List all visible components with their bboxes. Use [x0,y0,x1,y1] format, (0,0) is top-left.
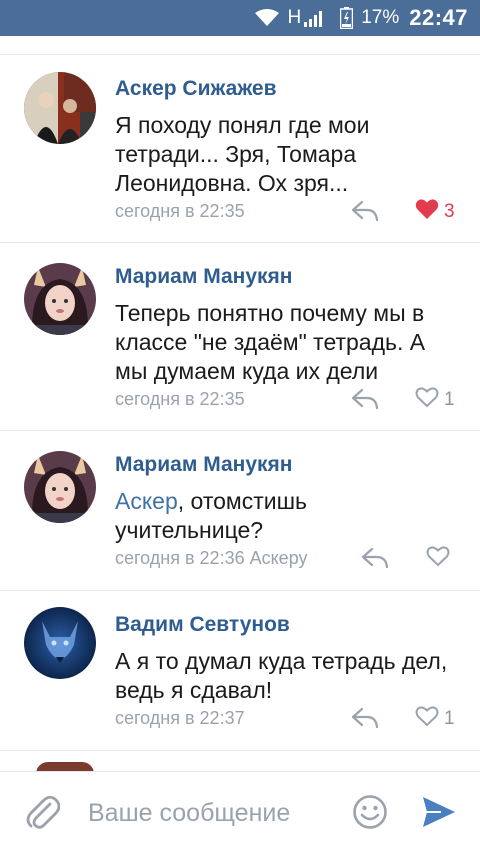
reply-icon[interactable] [351,388,379,410]
signal-icon [304,9,326,27]
like-count: 1 [444,388,455,410]
network-type: H [287,7,302,28]
comment-time: сегодня в 22:35 [115,201,245,221]
author-name[interactable]: Аскер Сижажев [115,77,277,101]
message-input[interactable] [86,792,340,834]
comment-text: Теперь понятно почему мы в классе "не зд… [115,300,426,384]
battery-icon [340,7,354,29]
previous-item-edge [0,36,480,55]
comment-item: Мариам Манукян Аскер, отомстишь учительн… [0,431,480,591]
status-bar: H 17% 22:47 [0,0,480,36]
comment-time: сегодня в 22:35 [115,389,245,409]
like-count: 1 [444,707,455,729]
avatar[interactable] [24,263,96,335]
send-icon[interactable] [421,795,457,829]
comments-list: Аскер Сижажев Я походу понял где мои тет… [0,55,480,751]
like-button[interactable] [426,545,450,572]
comment-text: Аскер, отомстишь учительнице? [115,487,460,545]
comment-text: Я походу понял где мои тетради... Зря, Т… [115,112,370,196]
mention-link[interactable]: Аскер [115,488,178,514]
avatar[interactable] [24,451,96,523]
paperclip-icon[interactable] [26,794,61,832]
comment-text: А я то думал куда тетрадь дел, ведь я сд… [115,648,448,703]
heart-outline-icon [426,545,450,572]
wifi-icon [255,9,280,27]
clock: 22:47 [409,5,468,30]
comment-item: Вадим Севтунов А я то думал куда тетрадь… [0,591,480,751]
author-name[interactable]: Мариам Манукян [115,453,292,477]
heart-outline-icon [415,386,439,413]
comment-item: Аскер Сижажев Я походу понял где мои тет… [0,55,480,243]
comment-time: сегодня в 22:37 [115,708,245,728]
author-name[interactable]: Мариам Манукян [115,265,292,289]
author-name[interactable]: Вадим Севтунов [115,613,290,637]
like-count: 3 [444,200,455,222]
heart-filled-icon [415,198,439,225]
like-button[interactable]: 3 [415,198,455,225]
comment-time: сегодня в 22:36 Аскеру [115,548,308,568]
battery-level: 17% [361,7,400,28]
message-composer [0,771,480,855]
emoji-icon[interactable] [352,794,388,830]
like-button[interactable]: 1 [415,705,455,732]
avatar[interactable] [24,72,96,144]
avatar[interactable] [24,607,96,679]
heart-outline-icon [415,705,439,732]
like-button[interactable]: 1 [415,386,455,413]
reply-icon[interactable] [361,547,389,569]
reply-icon[interactable] [351,200,379,222]
comment-item: Мариам Манукян Теперь понятно почему мы … [0,243,480,431]
reply-icon[interactable] [351,707,379,729]
